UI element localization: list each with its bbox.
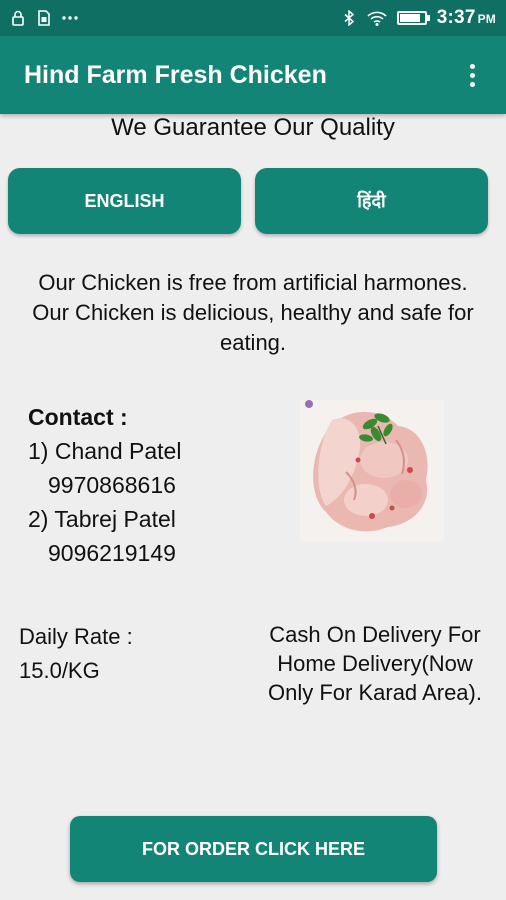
contact-section: Contact : 1) Chand Patel 9970868616 2) T… (28, 400, 181, 570)
status-left-icons (10, 10, 78, 26)
daily-rate-value: 15.0/KG (19, 658, 100, 683)
status-bar: 3:37 PM (0, 0, 506, 36)
daily-rate-label: Daily Rate : (19, 624, 133, 649)
app-bar: Hind Farm Fresh Chicken (0, 36, 506, 114)
hindi-language-button[interactable]: हिंदी (255, 168, 488, 234)
clock-time: 3:37 (436, 7, 476, 28)
app-title: Hind Farm Fresh Chicken (24, 60, 327, 89)
more-notifications-icon (62, 10, 78, 26)
contact-person-2-name: 2) Tabrej Patel (28, 506, 176, 532)
delivery-note: Cash On Delivery For Home Delivery(Now O… (268, 622, 482, 705)
contact-person-2-phone[interactable]: 9096219149 (28, 536, 181, 570)
contact-person-1-name: 1) Chand Patel (28, 438, 182, 464)
sim-card-icon (36, 10, 52, 26)
contact-person-1-phone[interactable]: 9970868616 (28, 468, 181, 502)
wifi-icon (367, 10, 387, 26)
english-language-button[interactable]: ENGLISH (8, 168, 241, 234)
battery-icon (396, 11, 430, 25)
overflow-menu-icon[interactable] (462, 60, 482, 90)
daily-rate: Daily Rate : 15.0/KG (19, 620, 133, 688)
status-time: 3:37 PM (437, 7, 496, 29)
status-right-icons: 3:37 PM (341, 7, 496, 29)
order-button[interactable]: FOR ORDER CLICK HERE (70, 816, 437, 882)
chicken-product-image (300, 400, 444, 541)
lock-icon (10, 10, 26, 26)
product-description: Our Chicken is free from artificial harm… (32, 270, 474, 355)
bluetooth-icon (341, 10, 357, 26)
quality-headline: We Guarantee Our Quality (111, 114, 395, 141)
contact-heading: Contact : (28, 404, 128, 430)
clock-ampm: PM (477, 12, 496, 26)
